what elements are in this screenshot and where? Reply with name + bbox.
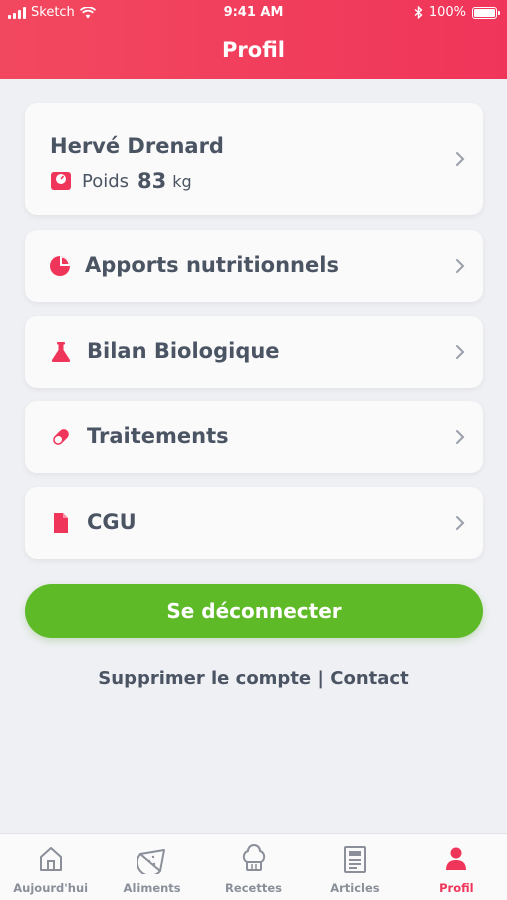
logout-button[interactable]: Se déconnecter bbox=[25, 584, 483, 638]
tab-label: Profil bbox=[439, 881, 474, 895]
account-links: Supprimer le compte | Contact bbox=[0, 668, 507, 689]
chevron-right-icon bbox=[456, 259, 465, 273]
chevron-right-icon bbox=[456, 345, 465, 359]
pie-chart-icon bbox=[50, 256, 70, 276]
menu-item-apports[interactable]: Apports nutritionnels bbox=[25, 230, 483, 302]
pill-icon bbox=[53, 429, 69, 445]
menu-label-traitements: Traitements bbox=[87, 424, 229, 448]
delete-account-link[interactable]: Supprimer le compte bbox=[98, 668, 311, 689]
menu-label-apports: Apports nutritionnels bbox=[85, 253, 339, 277]
app-header: Sketch 9:41 AM 100% Profil bbox=[0, 0, 507, 79]
weight-label: Poids bbox=[82, 170, 130, 192]
menu-item-traitements[interactable]: Traitements bbox=[25, 401, 483, 473]
contact-link[interactable]: Contact bbox=[330, 668, 408, 689]
weight-value: 83 bbox=[137, 169, 167, 193]
tab-articles[interactable]: Articles bbox=[304, 834, 405, 900]
links-separator: | bbox=[317, 668, 324, 689]
page-title: Profil bbox=[222, 38, 285, 62]
scale-icon bbox=[51, 172, 71, 190]
tab-bar: Aujourd'hui Aliments Recettes Articles P… bbox=[0, 833, 507, 900]
watermelon-icon bbox=[137, 849, 166, 874]
tab-aliments[interactable]: Aliments bbox=[101, 834, 202, 900]
chevron-right-icon bbox=[456, 430, 465, 444]
user-icon bbox=[446, 847, 467, 870]
tab-label: Aujourd'hui bbox=[13, 881, 89, 895]
tab-aujourdhui[interactable]: Aujourd'hui bbox=[0, 834, 101, 900]
profile-name: Hervé Drenard bbox=[50, 134, 224, 158]
chef-hat-icon bbox=[242, 844, 265, 871]
tab-profil[interactable]: Profil bbox=[406, 834, 507, 900]
status-right: 100% bbox=[414, 5, 500, 20]
menu-item-cgu[interactable]: CGU bbox=[25, 487, 483, 559]
menu-item-bilan[interactable]: Bilan Biologique bbox=[25, 316, 483, 388]
bluetooth-icon bbox=[414, 6, 423, 19]
profile-weight: Poids 83 kg bbox=[50, 169, 192, 193]
menu-label-cgu: CGU bbox=[87, 510, 137, 534]
article-icon bbox=[343, 846, 366, 873]
tab-label: Aliments bbox=[123, 881, 181, 895]
battery-icon bbox=[472, 6, 500, 19]
tab-label: Articles bbox=[330, 881, 380, 895]
profile-card[interactable]: Hervé Drenard Poids 83 kg bbox=[25, 103, 483, 215]
battery-label: 100% bbox=[428, 5, 466, 20]
chevron-right-icon bbox=[456, 152, 465, 166]
home-icon bbox=[39, 847, 62, 871]
menu-label-bilan: Bilan Biologique bbox=[87, 339, 280, 363]
tab-recettes[interactable]: Recettes bbox=[203, 834, 304, 900]
flask-icon bbox=[51, 342, 71, 362]
status-bar: Sketch 9:41 AM 100% bbox=[0, 0, 507, 28]
document-icon bbox=[54, 513, 68, 533]
tab-label: Recettes bbox=[225, 881, 282, 895]
weight-unit: kg bbox=[172, 171, 192, 191]
chevron-right-icon bbox=[456, 516, 465, 530]
